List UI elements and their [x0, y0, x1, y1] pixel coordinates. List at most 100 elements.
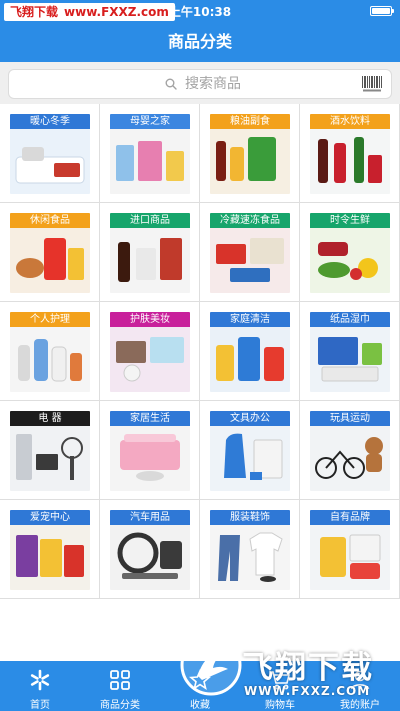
page-title: 商品分类	[167, 32, 232, 51]
category-card[interactable]: 休闲食品	[0, 203, 99, 301]
category-card[interactable]: 自有品牌	[300, 500, 399, 598]
category-thumbnail: 时令生鲜	[310, 213, 390, 293]
category-card[interactable]: 汽车用品	[100, 500, 199, 598]
search-input[interactable]: 搜索商品	[8, 69, 392, 99]
category-label: 自有品牌	[310, 510, 390, 525]
category-thumbnail: 家居生活	[110, 411, 190, 491]
category-label: 家庭清洁	[210, 312, 290, 327]
category-product-image	[120, 434, 180, 481]
category-card[interactable]: 进口商品	[100, 203, 199, 301]
category-card[interactable]: 暖心冬季	[0, 104, 99, 202]
grid-icon	[110, 670, 130, 690]
category-thumbnail: 个人护理	[10, 312, 90, 392]
category-product-image	[116, 337, 184, 382]
category-product-image	[117, 532, 182, 579]
search-bar: 搜索商品	[0, 62, 400, 104]
category-label: 爱宠中心	[10, 510, 90, 525]
tab-categories[interactable]: 商品分类	[80, 661, 160, 711]
category-label: 暖心冬季	[10, 114, 90, 129]
category-thumbnail: 玩具运动	[310, 411, 390, 491]
tab-home-label: 首页	[30, 700, 50, 711]
tab-favorites[interactable]: 收藏	[160, 661, 240, 711]
category-thumbnail: 家庭清洁	[210, 312, 290, 392]
tab-bar: 首页 商品分类 收藏 购物车 我的账户	[0, 661, 400, 711]
tab-categories-label: 商品分类	[100, 700, 140, 711]
category-card[interactable]: 冷藏速冻食品	[200, 203, 299, 301]
tab-favorites-label: 收藏	[190, 700, 210, 711]
category-card[interactable]: 家庭清洁	[200, 302, 299, 400]
category-label: 玩具运动	[310, 411, 390, 426]
category-thumbnail: 冷藏速冻食品	[210, 213, 290, 293]
category-card[interactable]: 玩具运动	[300, 401, 399, 499]
category-product-image	[16, 434, 83, 480]
category-label: 冷藏速冻食品	[210, 213, 290, 228]
nav-bar: 商品分类	[0, 22, 400, 62]
category-card[interactable]: 文具办公	[200, 401, 299, 499]
category-thumbnail: 母婴之家	[110, 114, 190, 194]
category-grid: 暖心冬季 母婴之家 粮油副食 酒水饮料休闲食品 进口商品 冷藏速冻食品 时令生鲜个人护理 护肤…	[0, 104, 400, 599]
category-label: 服装鞋饰	[210, 510, 290, 525]
user-icon	[350, 670, 370, 690]
category-product-image	[315, 437, 383, 479]
category-card[interactable]: 服装鞋饰	[200, 500, 299, 598]
category-label: 进口商品	[110, 213, 190, 228]
tab-account-label: 我的账户	[340, 700, 380, 711]
category-product-image	[15, 147, 85, 184]
category-label: 汽车用品	[110, 510, 190, 525]
category-label: 文具办公	[210, 411, 290, 426]
category-product-image	[116, 141, 184, 181]
category-thumbnail: 粮油副食	[210, 114, 290, 194]
category-product-image	[16, 535, 84, 577]
barcode-icon[interactable]	[361, 75, 383, 93]
status-time: 上午10:38	[168, 5, 232, 19]
category-product-image	[18, 339, 82, 382]
star-icon	[189, 669, 211, 690]
category-label: 时令生鲜	[310, 213, 390, 228]
category-thumbnail: 护肤美妆	[110, 312, 190, 392]
status-bar: 飞翔下载 www.FXXZ.com 上午10:38	[0, 0, 400, 22]
category-thumbnail: 服装鞋饰	[210, 510, 290, 590]
category-label: 休闲食品	[10, 213, 90, 228]
category-label: 粮油副食	[210, 114, 290, 129]
category-product-image	[216, 137, 276, 181]
category-card[interactable]: 母婴之家	[100, 104, 199, 202]
category-product-image	[218, 532, 283, 582]
category-label: 个人护理	[10, 312, 90, 327]
walmart-spark-icon	[30, 669, 50, 691]
cart-icon	[270, 671, 291, 690]
category-card[interactable]: 纸品湿巾	[300, 302, 399, 400]
category-card[interactable]: 电 器	[0, 401, 99, 499]
category-card[interactable]: 粮油副食	[200, 104, 299, 202]
tab-cart[interactable]: 购物车	[240, 661, 320, 711]
category-product-image	[320, 534, 381, 579]
search-icon	[165, 78, 177, 90]
category-thumbnail: 进口商品	[110, 213, 190, 293]
category-product-image	[216, 337, 284, 381]
category-label: 护肤美妆	[110, 312, 190, 327]
category-thumbnail: 纸品湿巾	[310, 312, 390, 392]
category-product-image	[318, 337, 382, 382]
category-label: 母婴之家	[110, 114, 190, 129]
category-card[interactable]: 爱宠中心	[0, 500, 99, 598]
category-thumbnail: 汽车用品	[110, 510, 190, 590]
category-product-image	[216, 238, 284, 282]
category-thumbnail: 电 器	[10, 411, 90, 491]
category-product-image	[318, 137, 382, 183]
category-card[interactable]: 时令生鲜	[300, 203, 399, 301]
category-product-image	[16, 238, 84, 280]
category-label: 酒水饮料	[310, 114, 390, 129]
category-product-image	[118, 238, 182, 282]
tab-home[interactable]: 首页	[0, 661, 80, 711]
category-card[interactable]: 护肤美妆	[100, 302, 199, 400]
category-label: 家居生活	[110, 411, 190, 426]
tab-cart-label: 购物车	[265, 700, 295, 711]
category-thumbnail: 自有品牌	[310, 510, 390, 590]
category-card[interactable]: 个人护理	[0, 302, 99, 400]
category-product-image	[224, 433, 283, 480]
category-card[interactable]: 家居生活	[100, 401, 199, 499]
category-card[interactable]: 酒水饮料	[300, 104, 399, 202]
category-label: 纸品湿巾	[310, 312, 390, 327]
category-thumbnail: 文具办公	[210, 411, 290, 491]
category-label: 电 器	[10, 411, 90, 426]
tab-account[interactable]: 我的账户	[320, 661, 400, 711]
